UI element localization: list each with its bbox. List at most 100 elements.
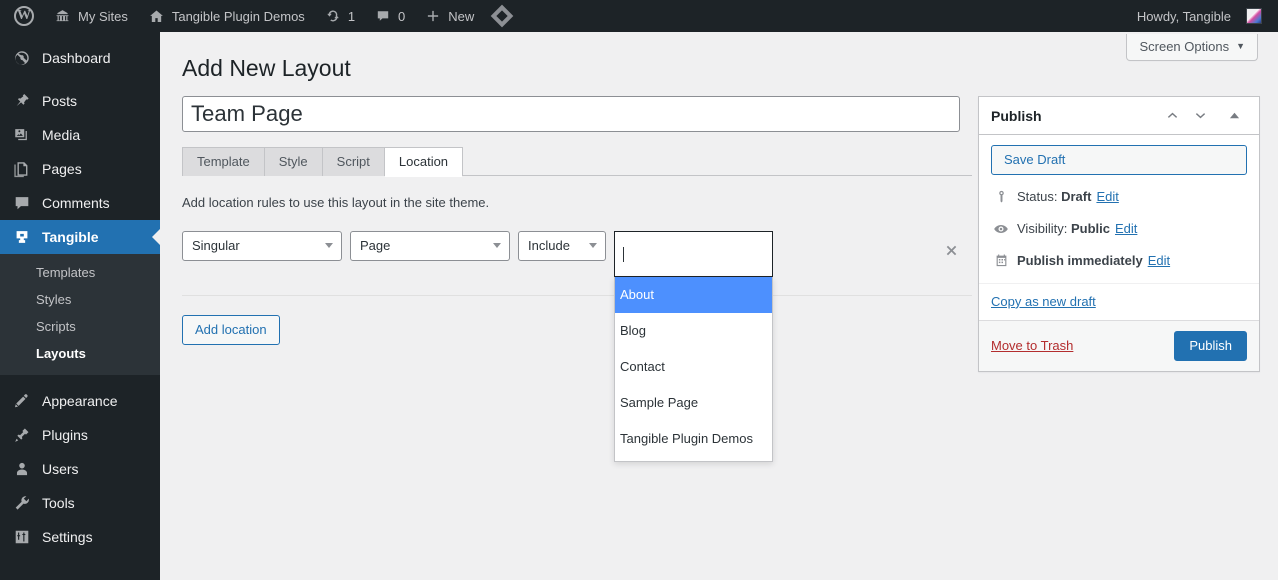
metabox-handle-actions <box>1159 103 1247 129</box>
main-content-area: Screen Options ▼ Add New Layout Template… <box>160 32 1278 580</box>
plus-icon <box>425 8 441 24</box>
post-body-main: Template Style Script Location Add locat… <box>182 96 972 462</box>
edit-status-link[interactable]: Edit <box>1096 188 1118 206</box>
autocomplete-option-sample-page[interactable]: Sample Page <box>615 385 772 421</box>
location-search-input[interactable] <box>614 231 773 277</box>
autocomplete-option-about[interactable]: About <box>615 277 772 313</box>
sidebar-item-appearance[interactable]: Appearance <box>0 384 160 418</box>
screen-options-button[interactable]: Screen Options ▼ <box>1126 34 1258 61</box>
admin-sidebar-menu: Dashboard Posts Media Pages Comments Tan… <box>0 32 160 580</box>
publish-metabox: Publish Save Draft Status: Draft Edit Vi… <box>978 96 1260 372</box>
eye-icon <box>991 219 1011 239</box>
sidebar-subitem-layouts[interactable]: Layouts <box>0 340 160 367</box>
sidebar-item-posts[interactable]: Posts <box>0 84 160 118</box>
autocomplete-option-blog[interactable]: Blog <box>615 313 772 349</box>
tangible-icon <box>12 227 32 247</box>
my-account-menu[interactable]: Howdy, Tangible <box>1127 0 1272 32</box>
location-search-wrap: About Blog Contact Sample Page Tangible … <box>614 231 773 462</box>
screen-meta-links: Screen Options ▼ <box>1126 34 1258 61</box>
location-type-select[interactable]: Page <box>350 231 510 261</box>
pin-icon <box>12 91 32 111</box>
chevron-down-icon <box>1195 113 1205 119</box>
new-content-menu[interactable]: New <box>415 0 484 32</box>
tools-wrench-icon <box>12 493 32 513</box>
plugins-plug-icon <box>12 425 32 445</box>
sidebar-item-comments[interactable]: Comments <box>0 186 160 220</box>
pin-key-icon <box>991 187 1011 207</box>
calendar-icon <box>991 251 1011 271</box>
schedule-row: Publish immediately Edit <box>991 251 1247 271</box>
sidebar-item-tangible[interactable]: Tangible <box>0 220 160 254</box>
page-title: Add New Layout <box>182 55 351 81</box>
updates-menu[interactable]: 1 <box>315 0 365 32</box>
sidebar-item-plugins[interactable]: Plugins <box>0 418 160 452</box>
sidebar-item-media[interactable]: Media <box>0 118 160 152</box>
new-label: New <box>448 8 475 24</box>
comments-menu[interactable]: 0 <box>365 0 415 32</box>
appearance-brush-icon <box>12 391 32 411</box>
move-to-trash-link[interactable]: Move to Trash <box>991 338 1073 353</box>
site-name-label: Tangible Plugin Demos <box>171 8 305 24</box>
location-operator-select[interactable]: Include <box>518 231 606 261</box>
sidebar-label: Posts <box>42 93 78 109</box>
sidebar-label: Dashboard <box>42 50 111 66</box>
layout-title-input[interactable] <box>182 96 960 132</box>
my-sites-menu[interactable]: My Sites <box>44 0 138 32</box>
edit-visibility-link[interactable]: Edit <box>1115 220 1137 238</box>
text-caret <box>623 246 624 262</box>
location-scope-select[interactable]: Singular <box>182 231 342 261</box>
toggle-metabox-button[interactable] <box>1221 103 1247 129</box>
editor-tabs: Template Style Script Location <box>182 147 972 177</box>
edit-schedule-link[interactable]: Edit <box>1148 252 1170 270</box>
sidebar-label: Settings <box>42 529 93 545</box>
autocomplete-option-contact[interactable]: Contact <box>615 349 772 385</box>
autocomplete-option-tangible-plugin-demos[interactable]: Tangible Plugin Demos <box>615 421 772 457</box>
sidebar-item-users[interactable]: Users <box>0 452 160 486</box>
howdy-label: Howdy, Tangible <box>1136 8 1231 24</box>
admin-bar-right: Howdy, Tangible <box>1127 0 1278 32</box>
tangible-menu[interactable] <box>484 0 520 32</box>
add-location-button[interactable]: Add location <box>182 315 280 345</box>
media-icon <box>12 125 32 145</box>
copy-as-new-draft-link[interactable]: Copy as new draft <box>991 294 1096 309</box>
publish-minor-actions: Save Draft Status: Draft Edit Visibility… <box>979 135 1259 283</box>
move-up-button[interactable] <box>1159 103 1185 129</box>
move-down-button[interactable] <box>1187 103 1213 129</box>
sidebar-subitem-scripts[interactable]: Scripts <box>0 313 160 340</box>
sidebar-item-dashboard[interactable]: Dashboard <box>0 41 160 75</box>
sidebar-label: Tangible <box>42 229 99 245</box>
sidebar-label: Media <box>42 127 81 143</box>
visibility-value: Public <box>1070 220 1110 236</box>
menu-spacer-1 <box>0 75 160 84</box>
screen-options-label: Screen Options <box>1139 39 1230 54</box>
save-draft-button[interactable]: Save Draft <box>991 145 1247 175</box>
sidebar-item-settings[interactable]: Settings <box>0 520 160 554</box>
pages-icon <box>12 159 32 179</box>
sidebar-label: Pages <box>42 161 82 177</box>
status-label: Status: <box>1017 188 1058 204</box>
sidebar-subitem-styles[interactable]: Styles <box>0 286 160 313</box>
admin-bar: W My Sites Tangible Plugin Demos 1 0 New… <box>0 0 1278 32</box>
wp-logo-menu[interactable]: W <box>4 0 44 32</box>
sidebar-item-pages[interactable]: Pages <box>0 152 160 186</box>
comment-bubble-icon <box>375 8 391 24</box>
wordpress-logo-icon: W <box>14 6 34 26</box>
my-sites-label: My Sites <box>78 8 128 24</box>
tab-script[interactable]: Script <box>321 147 385 176</box>
location-operator-select-wrap: Include <box>518 231 606 261</box>
location-rule-row: Singular Page Include About Blog Contact… <box>182 231 972 462</box>
publish-button[interactable]: Publish <box>1174 330 1247 361</box>
autocomplete-dropdown: About Blog Contact Sample Page Tangible … <box>614 277 773 462</box>
site-name-menu[interactable]: Tangible Plugin Demos <box>138 0 315 32</box>
chevron-down-icon: ▼ <box>1236 41 1245 51</box>
sidebar-subitem-templates[interactable]: Templates <box>0 259 160 286</box>
remove-location-rule-button[interactable] <box>940 239 962 261</box>
tab-template[interactable]: Template <box>182 147 265 176</box>
tab-location[interactable]: Location <box>383 147 464 177</box>
home-icon <box>148 8 165 25</box>
schedule-label: Publish immediately <box>1017 252 1143 268</box>
tab-style[interactable]: Style <box>263 147 323 176</box>
sidebar-item-tools[interactable]: Tools <box>0 486 160 520</box>
publish-metabox-title: Publish <box>991 107 1042 124</box>
publish-metabox-header: Publish <box>979 97 1259 135</box>
